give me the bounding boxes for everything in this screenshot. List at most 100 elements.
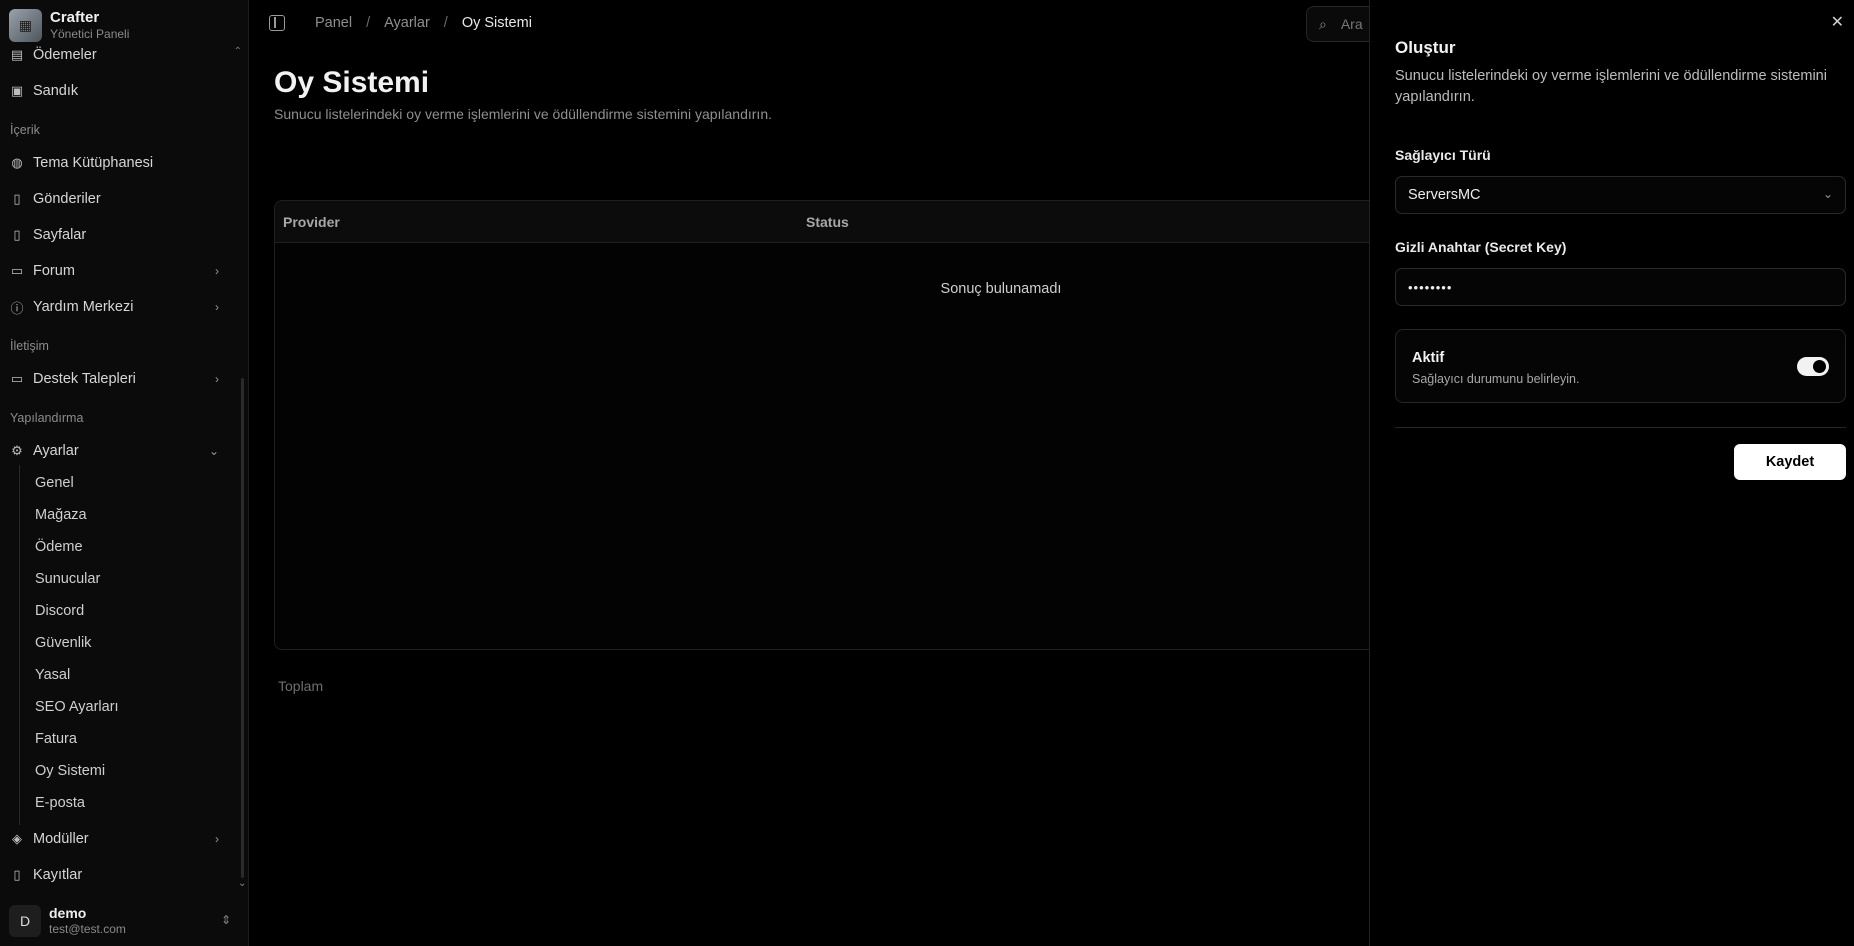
settings-sub-seo[interactable]: SEO Ayarları [35, 699, 119, 715]
sidebar-item-forum[interactable]: ▭ Forum › [9, 256, 231, 286]
breadcrumb-current: Oy Sistemi [461, 15, 532, 31]
sidebar-item-label: Gönderiler [33, 191, 101, 207]
sidebar-item-pages[interactable]: ▯ Sayfalar [9, 220, 231, 250]
provider-type-value: ServersMC [1408, 187, 1481, 203]
chevron-right-icon: › [215, 264, 219, 278]
user-menu[interactable]: D demo test@test.com ⇕ [9, 903, 239, 939]
sidebar-item-label: Forum [33, 263, 75, 279]
active-description: Sağlayıcı durumunu belirleyin. [1412, 372, 1580, 386]
sidebar-item-posts[interactable]: ▯ Gönderiler [9, 184, 231, 214]
layers-icon: ◈ [12, 831, 22, 846]
sidebar-item-theme-library[interactable]: ◍ Tema Kütüphanesi [9, 148, 231, 178]
empty-state: Sonuç bulunamadı [940, 281, 1062, 297]
brand[interactable]: ▦ Crafter Yönetici Paneli [9, 7, 239, 43]
chevron-up-icon[interactable]: ⌃ [234, 46, 242, 57]
provider-type-label: Sağlayıcı Türü [1395, 147, 1491, 163]
chevron-down-icon: ⌄ [208, 444, 219, 458]
sidebar-item-help-center[interactable]: ⓘ Yardım Merkezi › [9, 292, 231, 322]
page-description: Sunucu listelerindeki oy verme işlemleri… [274, 106, 772, 122]
table-total: Toplam [278, 678, 324, 694]
gear-icon: ⚙ [11, 443, 23, 458]
sidebar-item-modules[interactable]: ◈ Modüller › [9, 824, 231, 854]
chevron-right-icon: › [215, 372, 219, 386]
sidebar-item-label: Yardım Merkezi [33, 299, 134, 315]
settings-sub-security[interactable]: Güvenlik [35, 635, 91, 651]
brand-logo: ▦ [9, 8, 42, 42]
sidebar-item-label: Sayfalar [33, 227, 87, 243]
provider-type-select[interactable]: ServersMC ⌄ [1395, 176, 1846, 214]
sidebar-item-settings[interactable]: ⚙ Ayarlar ⌄ [9, 436, 231, 466]
breadcrumb-separator: / [366, 15, 371, 31]
providers-table: Provider Status Sonuç bulunamadı [274, 200, 1394, 650]
receipt-icon: ▤ [10, 47, 24, 62]
sidebar-item-payments[interactable]: ▤ Ödemeler [9, 40, 231, 70]
drawer-description: Sunucu listelerindeki oy verme işlemleri… [1395, 68, 1827, 106]
topbar: Panel / Ayarlar / Oy Sistemi ⌕ Ara [249, 0, 1426, 48]
active-switch[interactable] [1797, 357, 1829, 376]
sidebar-item-label: Ödemeler [33, 47, 97, 63]
search-placeholder: Ara [1340, 16, 1363, 32]
chevron-down-icon: ⌄ [1822, 187, 1833, 201]
submenu-line [19, 465, 20, 825]
sidebar-toggle-icon[interactable] [269, 15, 285, 31]
image-icon: ▣ [10, 83, 24, 98]
settings-sub-servers[interactable]: Sunucular [35, 571, 100, 587]
sidebar-scrollbar[interactable] [241, 378, 244, 878]
table-header: Provider Status [275, 201, 1393, 243]
create-drawer: ✕ Oluştur Sunucu listelerindeki oy verme… [1369, 0, 1854, 946]
file-icon: ▯ [13, 867, 21, 882]
sidebar-item-label: Modüller [33, 831, 89, 847]
column-status[interactable]: Status [806, 214, 849, 230]
sidebar-item-label: Ayarlar [33, 443, 79, 459]
save-button[interactable]: Kaydet [1734, 444, 1846, 480]
sidebar-item-logs[interactable]: ▯ Kayıtlar [9, 860, 231, 890]
secret-key-value: •••••••• [1408, 279, 1453, 295]
breadcrumb-item[interactable]: Ayarlar [384, 15, 430, 31]
user-name: demo [49, 904, 87, 921]
sidebar-item-label: Sandık [33, 83, 79, 99]
settings-sub-legal[interactable]: Yasal [35, 667, 70, 683]
column-provider[interactable]: Provider [283, 214, 340, 230]
switch-knob [1813, 360, 1826, 373]
chevron-right-icon: › [215, 300, 219, 314]
avatar: D [9, 905, 41, 937]
breadcrumb: Panel / Ayarlar / Oy Sistemi [315, 15, 532, 31]
message-square-icon: ▭ [10, 371, 24, 386]
sidebar-item-support-tickets[interactable]: ▭ Destek Talepleri › [9, 364, 231, 394]
message-square-icon: ▭ [10, 263, 24, 278]
brand-name: Crafter [50, 8, 100, 26]
sidebar-item-label: Tema Kütüphanesi [33, 155, 154, 171]
search-icon: ⌕ [1319, 15, 1327, 32]
active-toggle-card: Aktif Sağlayıcı durumunu belirleyin. [1395, 329, 1846, 403]
chevron-down-icon[interactable]: ⌄ [238, 878, 246, 889]
file-icon: ▯ [13, 227, 21, 242]
settings-sub-vote-system[interactable]: Oy Sistemi [35, 763, 105, 779]
close-icon[interactable]: ✕ [1831, 12, 1844, 32]
section-content: İçerik [10, 123, 40, 137]
user-email: test@test.com [49, 922, 126, 937]
active-title: Aktif [1412, 350, 1445, 366]
settings-sub-invoice[interactable]: Fatura [35, 731, 77, 747]
divider [1395, 427, 1846, 428]
drawer-title: Oluştur [1395, 38, 1456, 57]
chevron-right-icon: › [215, 832, 219, 846]
info-icon: ⓘ [10, 300, 24, 316]
sidebar-item-label: Kayıtlar [33, 867, 83, 883]
section-configuration: Yapılandırma [10, 411, 84, 425]
sidebar-item-chest[interactable]: ▣ Sandık [9, 76, 231, 106]
sidebar-item-label: Destek Talepleri [33, 371, 136, 387]
palette-icon: ◍ [11, 155, 23, 170]
breadcrumb-separator: / [443, 15, 448, 31]
file-icon: ▯ [13, 191, 21, 206]
settings-sub-general[interactable]: Genel [35, 475, 74, 491]
chevrons-up-down-icon: ⇕ [220, 913, 231, 927]
settings-sub-payment[interactable]: Ödeme [35, 539, 83, 555]
settings-sub-email[interactable]: E-posta [35, 795, 85, 811]
secret-key-label: Gizli Anahtar (Secret Key) [1395, 239, 1567, 255]
secret-key-field[interactable]: •••••••• [1395, 268, 1846, 306]
settings-sub-store[interactable]: Mağaza [35, 507, 87, 523]
section-contact: İletişim [10, 339, 49, 353]
sidebar: ▦ Crafter Yönetici Paneli ⌃ ▤ Ödemeler ▣… [0, 0, 249, 946]
breadcrumb-item[interactable]: Panel [315, 15, 352, 31]
settings-sub-discord[interactable]: Discord [35, 603, 84, 619]
